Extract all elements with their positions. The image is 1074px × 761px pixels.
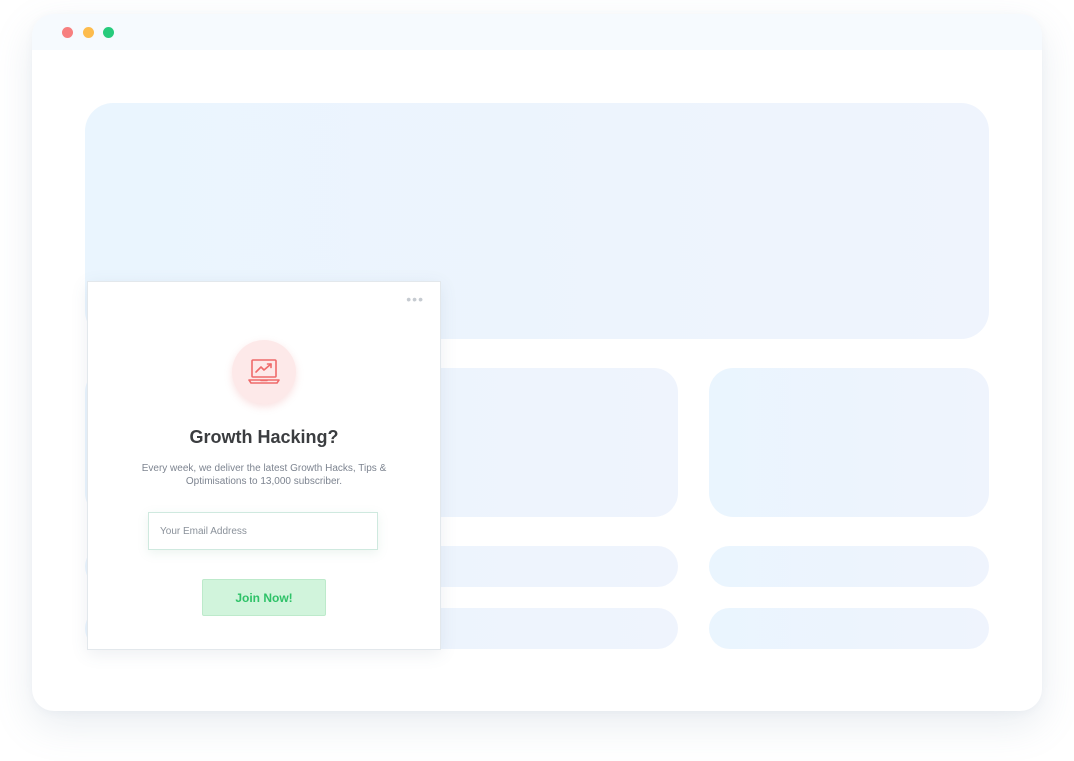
content-card-placeholder-right: [709, 368, 989, 517]
more-options-icon[interactable]: •••: [406, 292, 424, 306]
laptop-growth-chart-icon: [248, 359, 280, 384]
join-now-button[interactable]: Join Now!: [202, 579, 326, 616]
close-window-dot[interactable]: [62, 27, 73, 38]
minimize-window-dot[interactable]: [83, 27, 94, 38]
popup-description: Every week, we deliver the latest Growth…: [141, 463, 387, 487]
text-line-placeholder: [709, 546, 989, 587]
maximize-window-dot[interactable]: [103, 27, 114, 38]
window-titlebar: [32, 14, 1042, 50]
email-input[interactable]: [148, 512, 378, 550]
popup-title: Growth Hacking?: [189, 427, 339, 447]
text-line-placeholder: [709, 608, 989, 649]
icon-badge: [232, 340, 296, 404]
newsletter-popup: ••• Growth Hacking? Every week, we deliv…: [87, 281, 441, 650]
